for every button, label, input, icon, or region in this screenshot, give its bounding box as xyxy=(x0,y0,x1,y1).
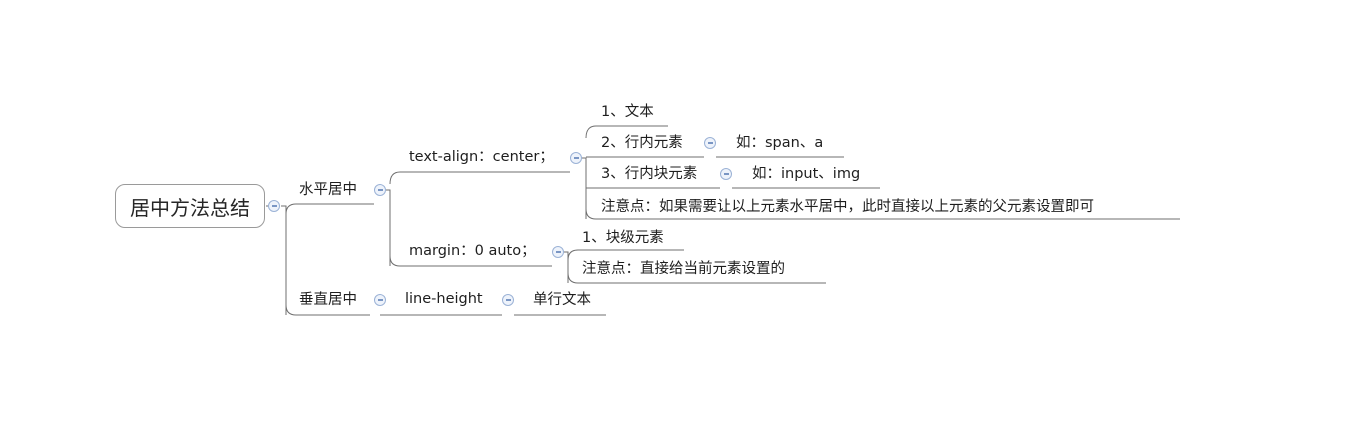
collapse-icon[interactable] xyxy=(268,200,280,212)
connector-line xyxy=(564,251,569,283)
collapse-icon[interactable] xyxy=(374,294,386,306)
topic-text[interactable]: 1、文本 xyxy=(601,102,654,122)
connector-line xyxy=(582,157,587,219)
topic-inline-block-example[interactable]: 如：input、img xyxy=(752,164,860,184)
collapse-icon[interactable] xyxy=(502,294,514,306)
collapse-icon[interactable] xyxy=(374,184,386,196)
mind-map-canvas: 居中方法总结 水平居中 text-align：center； 1、文本 2、行内… xyxy=(0,0,1365,447)
root-topic[interactable]: 居中方法总结 xyxy=(115,184,265,228)
topic-inline-example[interactable]: 如：span、a xyxy=(736,133,823,153)
topic-vertical-centering[interactable]: 垂直居中 xyxy=(299,290,357,310)
topic-horizontal-centering[interactable]: 水平居中 xyxy=(299,180,357,200)
connector-line xyxy=(285,203,374,215)
topic-note-parent[interactable]: 注意点：如果需要让以上元素水平居中，此时直接以上元素的父元素设置即可 xyxy=(601,197,1094,217)
collapse-icon[interactable] xyxy=(720,168,732,180)
connector-line xyxy=(386,189,391,266)
topic-text-align[interactable]: text-align：center； xyxy=(409,147,554,167)
topic-margin-auto[interactable]: margin：0 auto； xyxy=(409,241,536,261)
topic-line-height[interactable]: line-height xyxy=(405,289,483,309)
connector-line xyxy=(389,171,570,185)
collapse-icon[interactable] xyxy=(704,137,716,149)
topic-single-line-text[interactable]: 单行文本 xyxy=(533,290,591,310)
collapse-icon[interactable] xyxy=(552,246,564,258)
topic-note-self[interactable]: 注意点：直接给当前元素设置的 xyxy=(582,259,785,279)
connector-line xyxy=(281,205,287,315)
topic-block-element[interactable]: 1、块级元素 xyxy=(582,228,664,248)
topic-inline-block-element[interactable]: 3、行内块元素 xyxy=(601,164,697,184)
topic-inline-element[interactable]: 2、行内元素 xyxy=(601,133,683,153)
collapse-icon[interactable] xyxy=(570,152,582,164)
